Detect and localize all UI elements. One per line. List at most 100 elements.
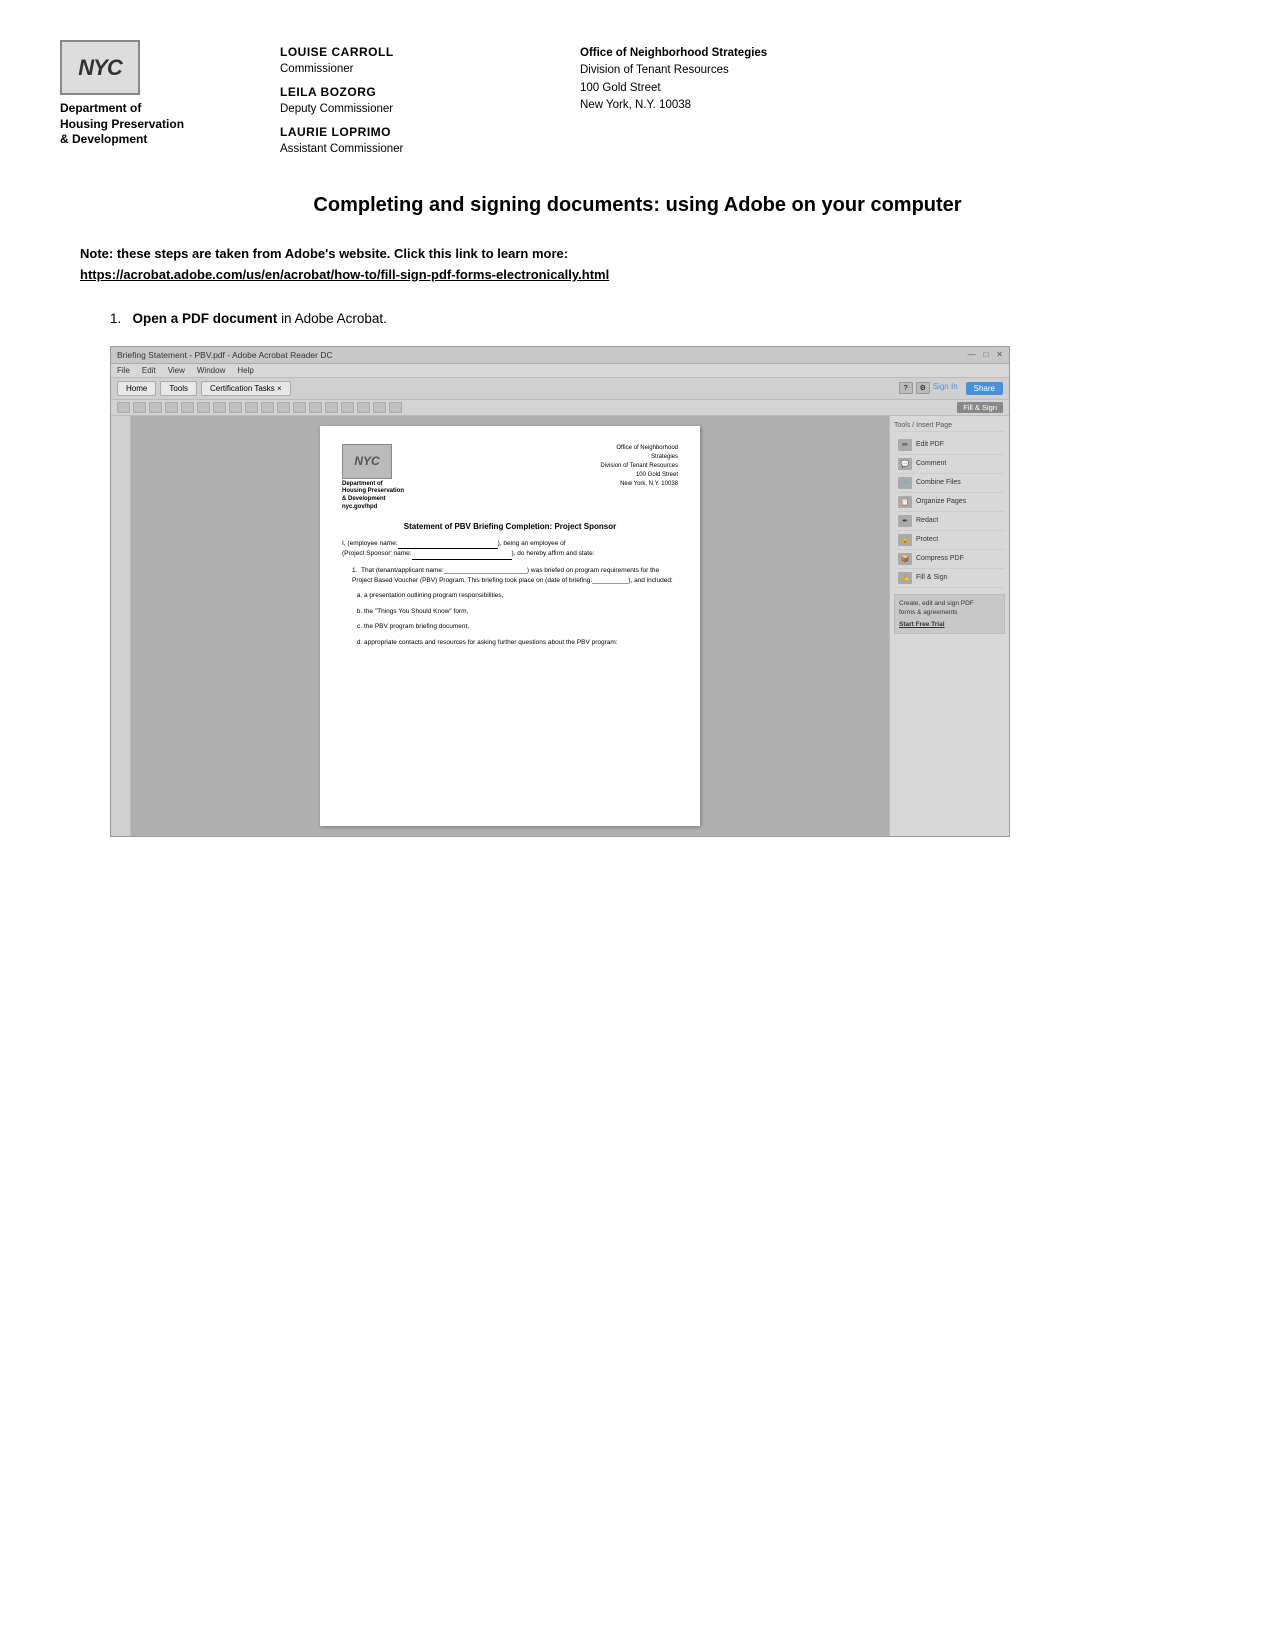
close-icon[interactable]: ✕	[996, 350, 1003, 359]
organize-label: Organize Pages	[916, 498, 966, 505]
sidebar-tool-compress[interactable]: 📦 Compress PDF	[894, 550, 1005, 569]
toolbar-icon-9[interactable]	[245, 402, 258, 413]
menu-file[interactable]: File	[117, 366, 130, 375]
office-address1: 100 Gold Street	[580, 80, 767, 97]
assistant-commissioner-title: Assistant Commissioner	[280, 143, 540, 155]
toolbar-icon-6[interactable]	[197, 402, 210, 413]
office-address2: New York, N.Y. 10038	[580, 97, 767, 114]
adobe-right-sidebar: Tools / Insert Page ✏ Edit PDF 💬 Comment…	[889, 416, 1009, 836]
doc-dept-name: Department ofHousing Preservation& Devel…	[342, 481, 404, 512]
adobe-screenshot: Briefing Statement - PBV.pdf - Adobe Acr…	[110, 346, 1010, 837]
share-button[interactable]: Share	[966, 382, 1003, 395]
note-section: Note: these steps are taken from Adobe's…	[80, 244, 1195, 286]
compress-icon: 📦	[898, 553, 912, 565]
sign-in-link[interactable]: Sign In	[933, 382, 958, 394]
sidebar-tool-protect[interactable]: 🔒 Protect	[894, 531, 1005, 550]
page-title: Completing and signing documents: using …	[80, 191, 1195, 219]
doc-logo-area: NYC Department ofHousing Preservation& D…	[342, 444, 404, 512]
minimize-icon[interactable]: —	[967, 350, 975, 359]
step-number: 1.	[110, 311, 129, 326]
toolbar-icon-14[interactable]	[325, 402, 338, 413]
toolbar-icon-5[interactable]	[181, 402, 194, 413]
maximize-icon[interactable]: □	[983, 350, 988, 359]
adobe-toolbar: Home Tools Certification Tasks × ? ⚙ Sig…	[111, 378, 1009, 400]
toolbar-icon-3[interactable]	[149, 402, 162, 413]
toolbar-icon-13[interactable]	[309, 402, 322, 413]
step-1-label: Open a PDF document	[133, 311, 278, 326]
nyc-logo: NYC	[60, 40, 140, 95]
menu-view[interactable]: View	[168, 366, 185, 375]
comment-label: Comment	[916, 460, 946, 467]
toolbar-icon-4[interactable]	[165, 402, 178, 413]
adobe-titlebar: Briefing Statement - PBV.pdf - Adobe Acr…	[111, 347, 1009, 364]
toolbar-icon-16[interactable]	[357, 402, 370, 413]
compress-label: Compress PDF	[916, 555, 964, 562]
certification-tab[interactable]: Certification Tasks ×	[201, 381, 291, 396]
protect-icon: 🔒	[898, 534, 912, 546]
doc-nyc-logo: NYC	[342, 444, 392, 479]
redact-label: Redact	[916, 517, 938, 524]
step-1-suffix: in Adobe Acrobat.	[281, 311, 387, 326]
adobe-menubar: File Edit View Window Help	[111, 364, 1009, 378]
cta-button[interactable]: Start Free Trial	[899, 620, 1000, 629]
sidebar-tool-organize[interactable]: 📋 Organize Pages	[894, 493, 1005, 512]
combine-label: Combine Files	[916, 479, 961, 486]
sidebar-tool-fillsign[interactable]: ✍ Fill & Sign	[894, 569, 1005, 588]
fillsign-label: Fill & Sign	[916, 574, 948, 581]
toolbar-icon-8[interactable]	[229, 402, 242, 413]
deputy-commissioner-title: Deputy Commissioner	[280, 103, 540, 115]
sidebar-tool-combine[interactable]: 🔗 Combine Files	[894, 474, 1005, 493]
menu-window[interactable]: Window	[197, 366, 225, 375]
commissioner-title: Commissioner	[280, 63, 540, 75]
organize-icon: 📋	[898, 496, 912, 508]
fillsign-icon: ✍	[898, 572, 912, 584]
list-item: the "Things You Should Know" form,	[364, 607, 678, 617]
page-header: NYC Department of Housing Preservation &…	[60, 40, 1215, 161]
toolbar-icon-11[interactable]	[277, 402, 290, 413]
assistant-commissioner-name: LAURIE LoPRIMO	[280, 125, 540, 139]
deputy-commissioner-name: LEILA BOZORG	[280, 85, 540, 99]
sidebar-cta[interactable]: Create, edit and sign PDF forms & agreem…	[894, 594, 1005, 634]
secondary-toolbar: Fill & Sign	[111, 400, 1009, 416]
toolbar-icon-12[interactable]	[293, 402, 306, 413]
commissioner-name: LOUISE CARROLL	[280, 45, 540, 59]
main-content: Completing and signing documents: using …	[60, 191, 1215, 837]
cta-text-line1: Create, edit and sign PDF	[899, 599, 1000, 608]
editpdf-icon: ✏	[898, 439, 912, 451]
office-name: Office of Neighborhood Strategies	[580, 45, 767, 62]
toolbar-icons: ? ⚙ Sign In	[899, 382, 958, 394]
titlebar-controls: — □ ✕	[967, 350, 1003, 359]
fill-sign-button[interactable]: Fill & Sign	[957, 402, 1003, 413]
toolbar-icon-15[interactable]	[341, 402, 354, 413]
adobe-document: NYC Department ofHousing Preservation& D…	[320, 426, 700, 826]
toolbar-icon-18[interactable]	[389, 402, 402, 413]
note-link[interactable]: https://acrobat.adobe.com/us/en/acrobat/…	[80, 267, 609, 282]
tools-tab[interactable]: Tools	[160, 381, 197, 396]
home-tab[interactable]: Home	[117, 381, 156, 396]
toolbar-icon-2[interactable]	[133, 402, 146, 413]
office-section: Office of Neighborhood Strategies Divisi…	[580, 40, 767, 114]
sidebar-tool-redact[interactable]: ✒ Redact	[894, 512, 1005, 531]
step-1: 1. Open a PDF document in Adobe Acrobat.	[110, 311, 1195, 326]
sidebar-tool-comment[interactable]: 💬 Comment	[894, 455, 1005, 474]
toolbar-icon-1[interactable]	[117, 402, 130, 413]
steps-section: 1. Open a PDF document in Adobe Acrobat.…	[110, 311, 1195, 837]
toolbar-icon-17[interactable]	[373, 402, 386, 413]
doc-title: Statement of PBV Briefing Completion: Pr…	[342, 522, 678, 531]
doc-office-info: Office of NeighborhoodStrategiesDivision…	[600, 444, 678, 512]
menu-help[interactable]: Help	[237, 366, 253, 375]
toolbar-icon-10[interactable]	[261, 402, 274, 413]
list-item: a presentation outlining program respons…	[364, 591, 678, 601]
combine-icon: 🔗	[898, 477, 912, 489]
doc-header: NYC Department ofHousing Preservation& D…	[342, 444, 678, 512]
logo-section: NYC Department of Housing Preservation &…	[60, 40, 240, 148]
menu-edit[interactable]: Edit	[142, 366, 156, 375]
toolbar-icon-7[interactable]	[213, 402, 226, 413]
help-icon[interactable]: ?	[899, 382, 913, 394]
redact-icon: ✒	[898, 515, 912, 527]
list-item: the PBV program briefing document,	[364, 622, 678, 632]
sidebar-tool-editpdf[interactable]: ✏ Edit PDF	[894, 436, 1005, 455]
dept-name: Department of Housing Preservation & Dev…	[60, 101, 184, 148]
settings-icon[interactable]: ⚙	[916, 382, 930, 394]
comment-icon: 💬	[898, 458, 912, 470]
